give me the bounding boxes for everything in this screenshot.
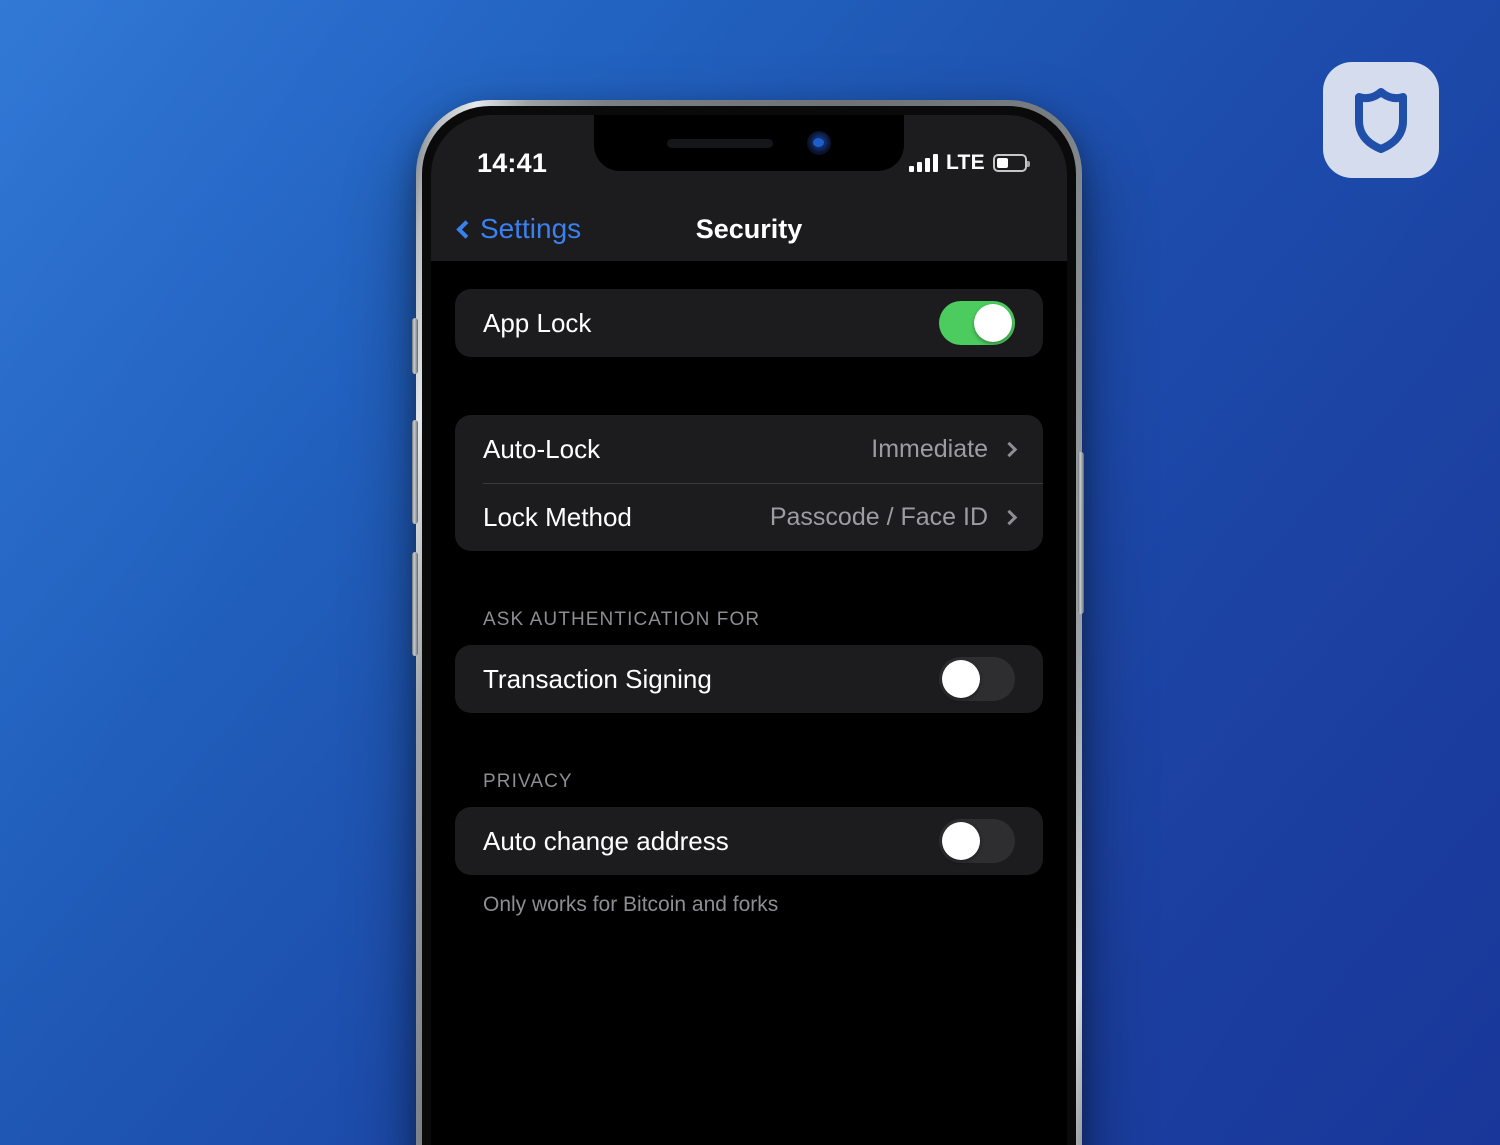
row-label-app-lock: App Lock — [483, 307, 592, 338]
carrier-label: LTE — [945, 151, 985, 174]
power-button[interactable] — [1078, 452, 1084, 614]
back-button-label: Settings — [480, 213, 582, 244]
settings-row-lock-method[interactable]: Lock Method Passcode / Face ID — [455, 483, 1043, 551]
settings-row-transaction-signing[interactable]: Transaction Signing — [455, 645, 1043, 713]
notch — [594, 115, 904, 171]
volume-up-button[interactable] — [412, 420, 418, 524]
toggle-transaction-signing[interactable] — [939, 657, 1015, 701]
phone-bezel: 14:41 LTE Settings Security App Lock Aut… — [422, 106, 1076, 1145]
settings-list: App Lock Auto-Lock Immediate Lock Method Pas… — [431, 261, 1067, 1145]
settings-row-auto-lock[interactable]: Auto-Lock Immediate — [455, 415, 1043, 483]
row-value-lock-method: Passcode / Face ID — [769, 502, 988, 531]
toggle-knob — [942, 660, 980, 698]
row-label-lock-method: Lock Method — [483, 501, 632, 532]
row-label-auto-lock: Auto-Lock — [483, 433, 601, 464]
cellular-signal-icon — [908, 154, 938, 172]
settings-row-app-lock[interactable]: App Lock — [455, 289, 1043, 357]
row-label-transaction-signing: Transaction Signing — [483, 663, 712, 694]
front-camera-icon — [807, 131, 831, 155]
nav-bar: Settings Security — [431, 197, 1067, 261]
chevron-right-icon — [1001, 509, 1018, 525]
scene: 14:41 LTE Settings Security App Lock Aut… — [0, 0, 1500, 1145]
settings-group-lock-options: Auto-Lock Immediate Lock Method Passcode / … — [455, 415, 1043, 551]
earpiece-speaker — [667, 138, 773, 148]
battery-icon — [993, 154, 1030, 172]
volume-down-button[interactable] — [412, 552, 418, 656]
toggle-app-lock[interactable] — [939, 301, 1015, 345]
toggle-auto-change-address[interactable] — [939, 819, 1015, 863]
phone-screen: 14:41 LTE Settings Security App Lock Aut… — [431, 115, 1067, 1145]
status-time: 14:41 — [477, 147, 548, 178]
status-indicators: LTE — [908, 137, 1030, 175]
toggle-knob — [942, 822, 980, 860]
row-label-auto-change-address: Auto change address — [483, 825, 729, 856]
chevron-left-icon — [456, 219, 475, 239]
settings-row-auto-change-address[interactable]: Auto change address — [455, 807, 1043, 875]
chevron-right-icon — [1001, 441, 1018, 457]
shield-icon — [1355, 88, 1407, 153]
settings-group-ask-authentication: Transaction Signing — [455, 645, 1043, 713]
back-button[interactable]: Settings — [455, 213, 581, 245]
settings-group-privacy: Auto change address — [455, 807, 1043, 875]
app-shield-badge — [1323, 62, 1439, 178]
section-footer-privacy: Only works for Bitcoin and forks — [483, 893, 779, 916]
section-header-privacy: PRIVACY — [483, 771, 573, 792]
row-value-auto-lock: Immediate — [871, 434, 988, 463]
settings-group-app-lock: App Lock — [455, 289, 1043, 357]
mute-switch-button[interactable] — [412, 318, 418, 374]
phone-device: 14:41 LTE Settings Security App Lock Aut… — [416, 100, 1082, 1145]
toggle-knob — [974, 304, 1012, 342]
section-header-ask-authentication: ASK AUTHENTICATION FOR — [483, 609, 761, 630]
